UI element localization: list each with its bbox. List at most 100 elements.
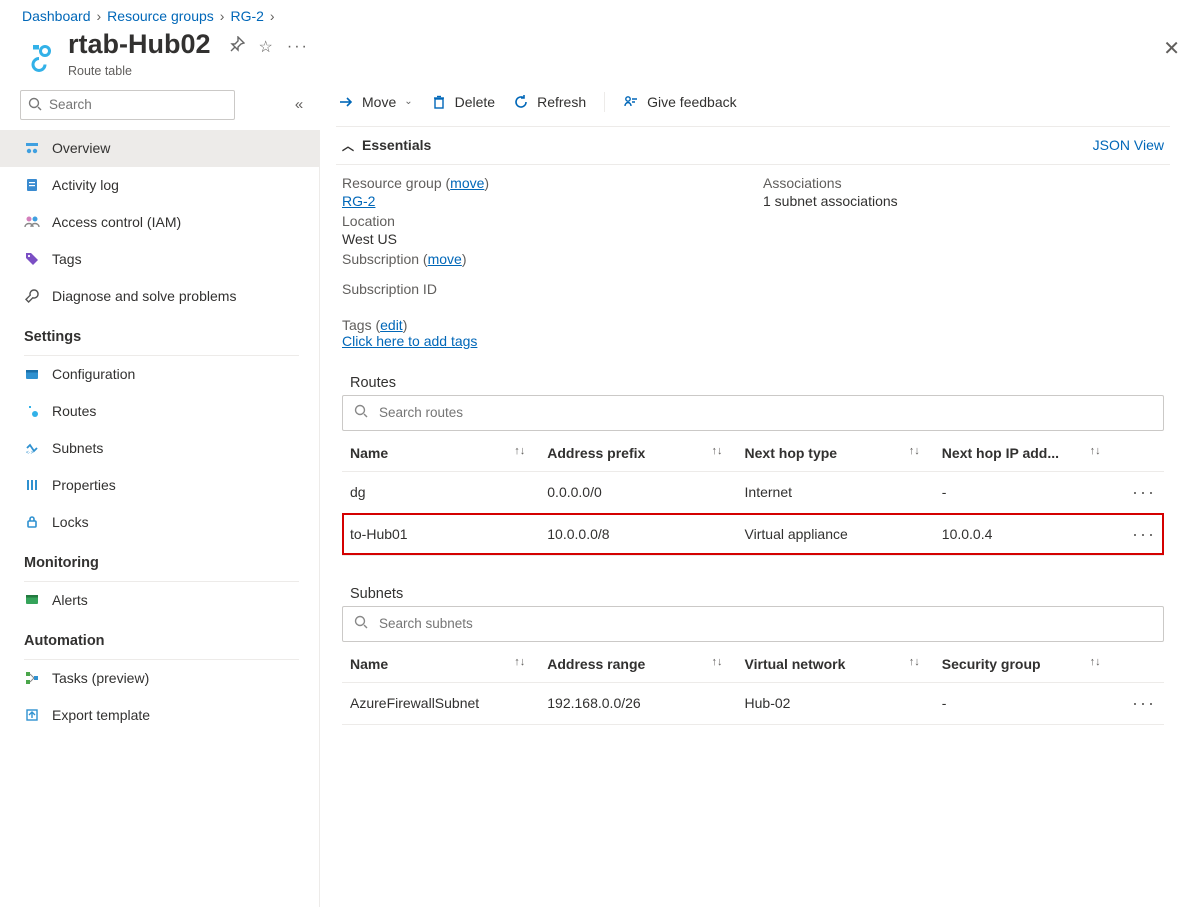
location-label: Location (342, 213, 743, 229)
arrow-right-icon (338, 94, 354, 110)
sidebar-item-alerts[interactable]: Alerts (0, 582, 319, 619)
sidebar-group-monitoring: Monitoring (0, 541, 319, 577)
add-tags-link[interactable]: Click here to add tags (342, 333, 477, 349)
table-row[interactable]: AzureFirewallSubnet192.168.0.0/26Hub-02-… (342, 682, 1164, 724)
breadcrumb-link[interactable]: RG-2 (230, 8, 263, 24)
export-icon (24, 707, 40, 723)
breadcrumb-link[interactable]: Dashboard (22, 8, 91, 24)
associations-label: Associations (763, 175, 1164, 191)
sidebar-item-tasks-preview-[interactable]: Tasks (preview) (0, 660, 319, 697)
subnets-icon: <·> (24, 440, 40, 456)
column-header[interactable]: Next hop type↑↓ (737, 435, 934, 472)
sidebar-item-label: Access control (IAM) (52, 214, 181, 230)
sort-icon[interactable]: ↑↓ (712, 445, 723, 457)
column-header[interactable]: Address range↑↓ (539, 646, 736, 683)
column-header[interactable]: Address prefix↑↓ (539, 435, 736, 472)
routes-search-input[interactable] (377, 404, 1153, 421)
sidebar-item-label: Overview (52, 140, 110, 156)
sort-icon[interactable]: ↑↓ (909, 656, 920, 668)
pin-icon[interactable] (229, 36, 245, 57)
column-header[interactable]: Virtual network↑↓ (737, 646, 934, 683)
collapse-icon[interactable]: « (288, 96, 310, 113)
sidebar-item-label: Alerts (52, 592, 88, 608)
table-row[interactable]: to-Hub0110.0.0.0/8Virtual appliance10.0.… (342, 513, 1164, 555)
iam-icon (24, 214, 40, 230)
search-icon (353, 614, 369, 633)
sidebar-item-properties[interactable]: Properties (0, 467, 319, 504)
sidebar-search-input[interactable] (20, 90, 235, 120)
sidebar-item-label: Locks (52, 514, 89, 530)
chevron-right-icon: › (97, 8, 102, 24)
subscription-move-link[interactable]: move (428, 251, 462, 267)
column-header[interactable]: Security group↑↓ (934, 646, 1115, 683)
sort-icon[interactable]: ↑↓ (712, 656, 723, 668)
location-value: West US (342, 231, 743, 247)
tasks-icon (24, 670, 40, 686)
sidebar-item-access-control-iam-[interactable]: Access control (IAM) (0, 204, 319, 241)
routes-section-title: Routes (336, 375, 1170, 391)
subnets-search-input[interactable] (377, 615, 1153, 632)
close-icon[interactable]: ✕ (1163, 36, 1180, 61)
move-button[interactable]: Move ⌄ (338, 94, 413, 110)
chevron-right-icon: › (220, 8, 225, 24)
tags-edit-link[interactable]: edit (380, 317, 403, 333)
chevron-down-icon: ⌄ (404, 96, 412, 107)
sidebar-item-routes[interactable]: Routes (0, 393, 319, 430)
resource-group-link[interactable]: RG-2 (342, 193, 375, 209)
column-header[interactable]: Name↑↓ (342, 646, 539, 683)
feedback-icon (623, 94, 639, 110)
delete-button[interactable]: Delete (431, 94, 495, 110)
table-row[interactable]: dg0.0.0.0/0Internet- ··· (342, 471, 1164, 513)
sidebar-item-label: Export template (52, 707, 150, 723)
sidebar-item-configuration[interactable]: Configuration (0, 356, 319, 393)
subscription-id-label: Subscription ID (342, 281, 743, 297)
row-more-icon[interactable]: ··· (1115, 513, 1164, 555)
sidebar-item-locks[interactable]: Locks (0, 504, 319, 541)
sidebar-group-automation: Automation (0, 619, 319, 655)
sidebar-item-label: Configuration (52, 366, 135, 382)
sort-icon[interactable]: ↑↓ (1090, 656, 1101, 668)
trash-icon (431, 94, 447, 110)
star-icon[interactable]: ☆ (259, 37, 273, 57)
sort-icon[interactable]: ↑↓ (909, 445, 920, 457)
refresh-icon (513, 94, 529, 110)
search-icon (353, 403, 369, 422)
sort-icon[interactable]: ↑↓ (514, 445, 525, 457)
wrench-icon (24, 288, 40, 304)
sidebar-item-label: Routes (52, 403, 96, 419)
sidebar-item-label: Diagnose and solve problems (52, 288, 236, 304)
routes-icon (24, 403, 40, 419)
sidebar-item-label: Properties (52, 477, 116, 493)
more-icon[interactable]: ··· (287, 38, 309, 56)
sidebar-item-diagnose-and-solve-problems[interactable]: Diagnose and solve problems (0, 278, 319, 315)
row-more-icon[interactable]: ··· (1115, 471, 1164, 513)
breadcrumb-link[interactable]: Resource groups (107, 8, 214, 24)
chevron-up-icon: ︿ (342, 137, 354, 154)
sidebar-item-label: Subnets (52, 440, 103, 456)
sidebar-item-export-template[interactable]: Export template (0, 697, 319, 734)
alerts-icon (24, 592, 40, 608)
resource-group-label: Resource group ( (342, 175, 450, 191)
json-view-link[interactable]: JSON View (1093, 137, 1164, 153)
separator (604, 92, 605, 112)
associations-value: 1 subnet associations (763, 193, 1164, 209)
sort-icon[interactable]: ↑↓ (514, 656, 525, 668)
props-icon (24, 477, 40, 493)
sidebar-item-subnets[interactable]: <·> Subnets (0, 430, 319, 467)
route-table-icon (20, 38, 58, 76)
overview-icon (24, 140, 40, 156)
sidebar-item-tags[interactable]: Tags (0, 241, 319, 278)
feedback-button[interactable]: Give feedback (623, 94, 737, 110)
resource-group-move-link[interactable]: move (450, 175, 484, 191)
page-title: rtab-Hub02 (68, 30, 211, 60)
sidebar-item-overview[interactable]: Overview (0, 130, 319, 167)
column-header[interactable]: Next hop IP add...↑↓ (934, 435, 1115, 472)
column-header[interactable]: Name↑↓ (342, 435, 539, 472)
sort-icon[interactable]: ↑↓ (1090, 445, 1101, 457)
chevron-right-icon: › (270, 8, 275, 24)
refresh-button[interactable]: Refresh (513, 94, 586, 110)
essentials-toggle[interactable]: ︿ Essentials (342, 137, 431, 154)
sidebar-item-activity-log[interactable]: Activity log (0, 167, 319, 204)
row-more-icon[interactable]: ··· (1115, 682, 1164, 724)
subnets-section-title: Subnets (336, 586, 1170, 602)
